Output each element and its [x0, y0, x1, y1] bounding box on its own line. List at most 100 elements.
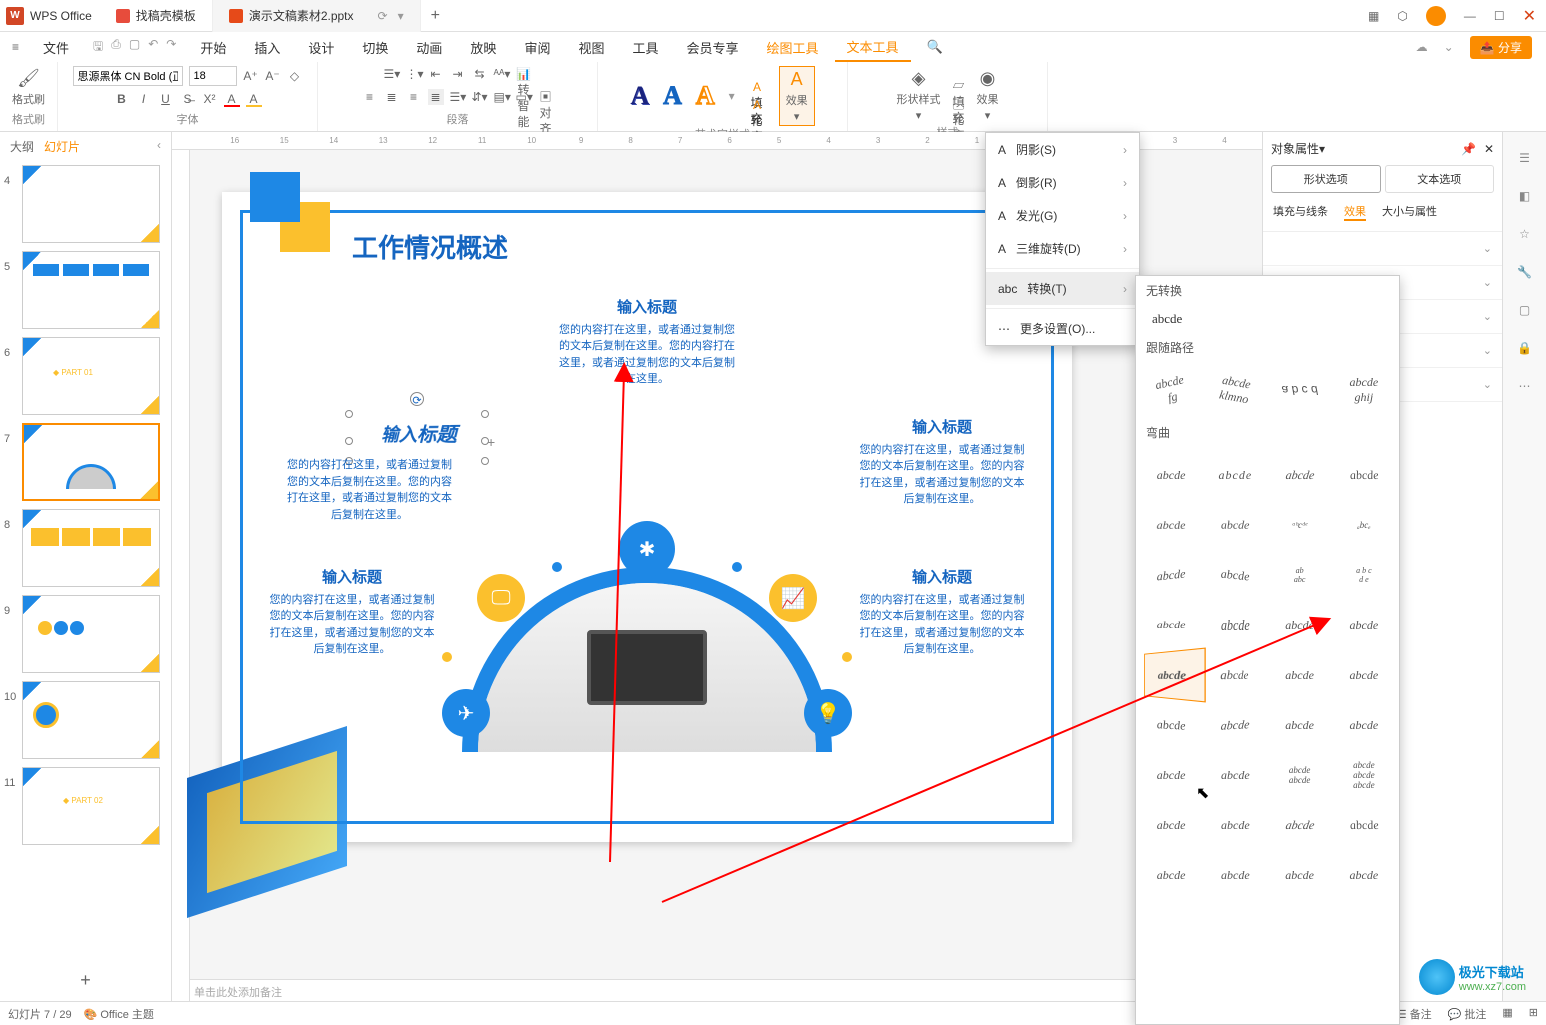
- menu-insert[interactable]: 插入: [242, 32, 292, 62]
- tab-slides[interactable]: 幻灯片: [44, 138, 80, 155]
- undo-icon[interactable]: ↶: [148, 37, 158, 58]
- bullets-icon[interactable]: ☰▾: [384, 66, 400, 82]
- align-center-icon[interactable]: ≣: [384, 89, 400, 105]
- underline-button[interactable]: U: [158, 91, 174, 107]
- menu-view[interactable]: 视图: [566, 32, 616, 62]
- chevron-down-icon[interactable]: ⌄: [1444, 40, 1454, 54]
- view-normal-icon[interactable]: ▦: [1502, 1006, 1512, 1022]
- save-icon[interactable]: 🖫: [93, 37, 103, 58]
- wordart-style-1[interactable]: A: [630, 81, 649, 111]
- tab-shape-options[interactable]: 形状选项: [1271, 165, 1381, 193]
- warp-8-4[interactable]: abcde: [1329, 801, 1400, 849]
- linespace-icon[interactable]: ⇵▾: [472, 89, 488, 105]
- cube-icon[interactable]: ⬡: [1397, 9, 1407, 23]
- effect-shadow[interactable]: A阴影(S)›: [986, 133, 1139, 166]
- slide-canvas[interactable]: 工作情况概述 ✱ 🖵 📈 ✈ 💡: [222, 192, 1072, 842]
- resize-handle-br[interactable]: [481, 457, 489, 465]
- font-color-button[interactable]: A: [224, 91, 240, 107]
- view-sorter-icon[interactable]: ⊞: [1529, 1006, 1538, 1022]
- warp-8-1[interactable]: abcde: [1140, 801, 1202, 849]
- text-block-right-upper[interactable]: 输入标题您的内容打在这里，或者通过复制您的文本后复制在这里。您的内容打在这里，或…: [857, 417, 1027, 508]
- thumb-list[interactable]: 4 5 6◆ PART 01 7 8 9 10 11◆ PART 02: [0, 161, 171, 960]
- shape-effect-button[interactable]: ◉效果▾: [973, 66, 1003, 124]
- text-outline-button[interactable]: A 轮廓▾: [749, 97, 765, 113]
- highlight-button[interactable]: A: [246, 91, 262, 107]
- warp-4-1[interactable]: abcde: [1140, 606, 1202, 644]
- effect-reflection[interactable]: A倒影(R)›: [986, 166, 1139, 199]
- columns-icon[interactable]: ☰▾: [450, 89, 466, 105]
- font-size-select[interactable]: [189, 66, 237, 86]
- decrease-font-icon[interactable]: A⁻: [265, 68, 281, 84]
- warp-4-2[interactable]: abcde: [1204, 596, 1266, 654]
- circle-right-1[interactable]: 💡: [804, 689, 852, 737]
- tab-menu-icon[interactable]: ▾: [398, 9, 404, 23]
- numbering-icon[interactable]: ⋮▾: [406, 66, 422, 82]
- warp-5-3[interactable]: abcde: [1269, 651, 1331, 699]
- gallery-none-sample[interactable]: abcde: [1136, 305, 1399, 333]
- transform-path-4[interactable]: abcdeghij: [1333, 366, 1395, 414]
- effect-more[interactable]: ⋯更多设置(O)...: [986, 312, 1139, 345]
- effect-glow[interactable]: A发光(G)›: [986, 199, 1139, 232]
- thumb-10[interactable]: 10: [4, 681, 167, 759]
- indent-inc-icon[interactable]: ⇥: [450, 66, 466, 82]
- smart-graphic-button[interactable]: 📊 转智能图形: [516, 66, 532, 82]
- effect-3drotate[interactable]: A三维旋转(D)›: [986, 232, 1139, 265]
- thumb-8[interactable]: 8: [4, 509, 167, 587]
- menu-tools[interactable]: 工具: [620, 32, 670, 62]
- wordart-more-icon[interactable]: ▾: [729, 89, 735, 103]
- menu-animation[interactable]: 动画: [404, 32, 454, 62]
- circle-left-2[interactable]: 🖵: [477, 574, 525, 622]
- sidebar-adjust-icon[interactable]: ◧: [1515, 186, 1535, 206]
- warp-3-2[interactable]: abcde: [1204, 548, 1266, 603]
- warp-2-4[interactable]: ₐbcₑ: [1333, 501, 1395, 549]
- warp-8-2[interactable]: abcde: [1204, 801, 1266, 849]
- subtab-fill[interactable]: 填充与线条: [1273, 203, 1328, 221]
- prop-row-1[interactable]: ⌄: [1263, 232, 1502, 266]
- menu-file[interactable]: 文件: [31, 32, 81, 62]
- warp-2-3[interactable]: ᵃᵇcᵈᵉ: [1269, 501, 1331, 549]
- tab-document[interactable]: 演示文稿素材2.pptx⟳▾: [213, 0, 421, 32]
- sidebar-hamburger-icon[interactable]: ☰: [1515, 148, 1535, 168]
- hamburger-icon[interactable]: ≡: [4, 40, 27, 54]
- shape-style-button[interactable]: ◈形状样式▾: [893, 66, 945, 124]
- tab-template[interactable]: 找稿壳模板: [100, 0, 213, 32]
- align-right-icon[interactable]: ≡: [406, 89, 422, 105]
- superscript-button[interactable]: X²: [202, 91, 218, 107]
- circle-top[interactable]: ✱: [619, 521, 675, 577]
- warp-5-4[interactable]: abcde: [1333, 651, 1395, 699]
- menu-slideshow[interactable]: 放映: [458, 32, 508, 62]
- sidebar-lock-icon[interactable]: 🔒: [1515, 338, 1535, 358]
- warp-2-1[interactable]: abcde: [1136, 505, 1207, 551]
- text-block-top[interactable]: 输入标题您的内容打在这里，或者通过复制您的文本后复制在这里。您的内容打在这里，或…: [557, 297, 737, 388]
- transform-path-2[interactable]: abcdeklmno: [1201, 361, 1271, 419]
- tab-outline[interactable]: 大纲: [10, 138, 34, 155]
- warp-7-4[interactable]: abcdeabcdeabcde: [1333, 751, 1395, 799]
- slide-title[interactable]: 工作情况概述: [352, 228, 508, 265]
- wordart-style-3[interactable]: A: [696, 81, 715, 111]
- warp-8-3[interactable]: abcde: [1264, 801, 1335, 849]
- status-comments[interactable]: 💬 批注: [1448, 1006, 1487, 1022]
- text-dir-icon[interactable]: ᴬᴬ▾: [494, 66, 510, 82]
- resize-handle-l[interactable]: [345, 437, 353, 445]
- sidebar-wrench-icon[interactable]: 🔧: [1515, 262, 1535, 282]
- effect-transform[interactable]: abc转换(T)›: [986, 272, 1139, 305]
- transform-path-3[interactable]: a b c d: [1269, 366, 1331, 414]
- wordart-style-2[interactable]: A: [663, 81, 682, 111]
- menu-drawing-tools[interactable]: 绘图工具: [755, 32, 831, 62]
- cloud-icon[interactable]: ☁: [1416, 40, 1428, 54]
- align-left-icon[interactable]: ≡: [362, 89, 378, 105]
- warp-6-3[interactable]: abcde: [1269, 701, 1331, 749]
- selected-title-text[interactable]: 输入标题: [362, 421, 482, 452]
- warp-7-1[interactable]: abcde: [1140, 751, 1202, 799]
- warp-3-3[interactable]: ababc: [1269, 551, 1331, 599]
- text-block-selected[interactable]: ⟳ 输入标题: [357, 422, 477, 453]
- sidebar-template-icon[interactable]: ▢: [1515, 300, 1535, 320]
- warp-7-3[interactable]: abcdeabcde: [1269, 751, 1331, 799]
- menu-text-tools[interactable]: 文本工具: [835, 32, 911, 62]
- clear-format-icon[interactable]: ◇: [287, 68, 303, 84]
- warp-1-2[interactable]: abcde: [1204, 451, 1266, 499]
- search-icon[interactable]: 🔍: [915, 32, 955, 62]
- grid-icon[interactable]: ▦: [1368, 9, 1379, 23]
- subtab-effect[interactable]: 效果: [1344, 203, 1366, 221]
- thumb-4[interactable]: 4: [4, 165, 167, 243]
